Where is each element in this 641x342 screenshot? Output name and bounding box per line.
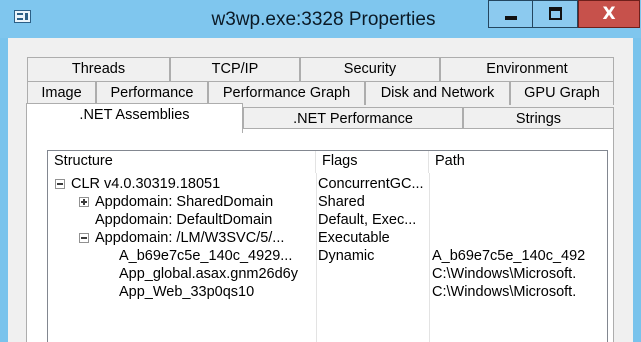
tree-row-flags: Executable <box>318 230 390 246</box>
tree-row-flags: Shared <box>318 194 365 210</box>
tree-row-path: A_b69e7c5e_140c_492 <box>432 248 586 264</box>
tree-row-path: C:\Windows\Microsoft. <box>432 284 577 300</box>
tab-gpu-graph[interactable]: GPU Graph <box>510 81 614 105</box>
column-divider <box>316 173 317 342</box>
assemblies-tree-list[interactable]: Structure Flags Path CLR v4.0.30319.1805… <box>47 150 608 342</box>
column-header-path[interactable]: Path <box>429 151 607 173</box>
maximize-icon <box>549 7 562 20</box>
tab-performance[interactable]: Performance <box>96 81 208 105</box>
tab-environment[interactable]: Environment <box>440 57 614 81</box>
tree-row-structure[interactable]: App_Web_33p0qs10 <box>119 284 315 300</box>
close-button[interactable]: X <box>578 0 640 28</box>
tree-row-flags: ConcurrentGC... <box>318 176 424 192</box>
minimize-button[interactable] <box>488 0 533 28</box>
tree-row-flags: Default, Exec... <box>318 212 417 228</box>
tab-security[interactable]: Security <box>300 57 440 81</box>
minimize-icon <box>505 16 517 20</box>
tree-row-structure[interactable]: Appdomain: SharedDomain <box>95 194 315 210</box>
column-header-structure[interactable]: Structure <box>48 151 316 173</box>
collapse-icon[interactable] <box>79 233 89 243</box>
properties-window: w3wp.exe:3328 Properties X Threads TCP/I… <box>0 0 641 342</box>
tab-threads[interactable]: Threads <box>27 57 170 81</box>
tree-row-structure[interactable]: Appdomain: DefaultDomain <box>95 212 315 228</box>
column-header-flags[interactable]: Flags <box>316 151 429 173</box>
tree-row-structure[interactable]: App_global.asax.gnm26d6y <box>119 266 315 282</box>
tab-image[interactable]: Image <box>27 81 96 105</box>
tab-tcp-ip[interactable]: TCP/IP <box>170 57 300 81</box>
expand-icon[interactable] <box>79 197 89 207</box>
column-divider <box>429 173 430 342</box>
tree-row-structure[interactable]: A_b69e7c5e_140c_4929... <box>119 248 315 264</box>
tree-row-structure[interactable]: Appdomain: /LM/W3SVC/5/... <box>95 230 315 246</box>
collapse-icon[interactable] <box>55 179 65 189</box>
tab-net-assemblies[interactable]: .NET Assemblies <box>26 103 243 133</box>
tree-row-structure[interactable]: CLR v4.0.30319.18051 <box>71 176 315 192</box>
title-bar[interactable]: w3wp.exe:3328 Properties X <box>0 0 641 38</box>
tab-performance-graph[interactable]: Performance Graph <box>208 81 365 105</box>
tree-row-flags: Dynamic <box>318 248 375 264</box>
maximize-button[interactable] <box>533 0 578 28</box>
tree-row-path: C:\Windows\Microsoft. <box>432 266 577 282</box>
close-icon: X <box>602 4 616 24</box>
tab-disk-and-network[interactable]: Disk and Network <box>365 81 510 105</box>
